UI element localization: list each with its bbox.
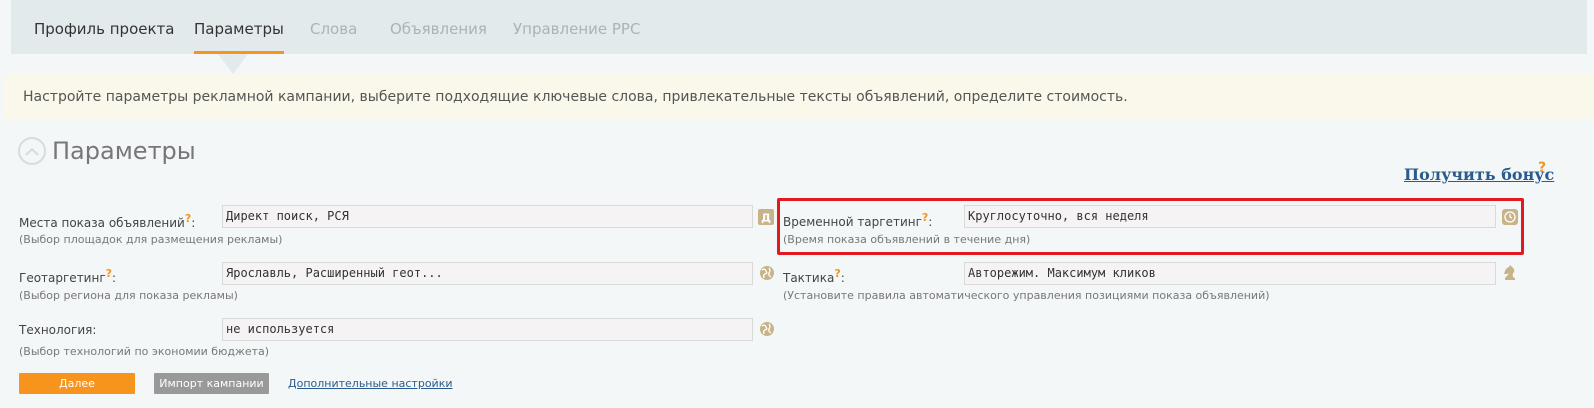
tab-words[interactable]: Слова (310, 0, 357, 54)
tab-label: Управление PPC (513, 20, 641, 38)
time-targeting-field[interactable]: Круглосуточно, вся неделя (964, 205, 1496, 228)
technology-hint: (Выбор технологий по экономии бюджета) (19, 345, 270, 358)
globe-icon[interactable] (759, 265, 775, 281)
clock-icon[interactable] (1502, 209, 1518, 225)
tab-label: Профиль проекта (34, 20, 175, 38)
tab-ads[interactable]: Объявления (390, 0, 487, 54)
time-targeting-hint: (Время показа объявлений в течение дня) (783, 233, 1031, 246)
additional-settings-link[interactable]: Дополнительные настройки (288, 377, 453, 390)
tactics-field[interactable]: Авторежим. Максимум кликов (964, 262, 1496, 285)
tab-label: Параметры (194, 20, 284, 38)
help-question-icon[interactable]: ? (1538, 160, 1546, 176)
direct-icon[interactable]: Д (758, 209, 774, 225)
ad-places-hint: (Выбор площадок для размещения рекламы) (19, 233, 283, 246)
geo-targeting-label: Геотаргетинг?: (19, 267, 117, 285)
svg-text:Д: Д (761, 212, 771, 225)
ad-places-label: Места показа объявлений?: (19, 212, 196, 230)
get-bonus-link[interactable]: Получить бонус ? (1404, 160, 1555, 184)
geo-targeting-field[interactable]: Ярославль, Расширенный геот... (222, 262, 753, 285)
tab-parameters[interactable]: Параметры (194, 0, 284, 54)
tab-label: Объявления (390, 20, 487, 38)
next-button[interactable]: Далее (19, 373, 135, 394)
technology-field[interactable]: не используется (222, 318, 753, 341)
tactics-label: Тактика?: (783, 267, 845, 285)
ad-places-field[interactable]: Директ поиск, РСЯ (222, 205, 753, 228)
section-header: Параметры (18, 137, 196, 165)
section-title: Параметры (52, 137, 196, 165)
tab-bar: Профиль проекта Параметры Слова Объявлен… (11, 0, 1587, 54)
chess-knight-icon[interactable] (1501, 264, 1519, 282)
technology-label: Технология: (19, 323, 97, 337)
time-targeting-label: Временной таргетинг?: (783, 211, 933, 229)
get-bonus-label: Получить бонус (1404, 165, 1555, 184)
notice-text: Настройте параметры рекламной кампании, … (23, 89, 1128, 105)
tactics-hint: (Установите правила автоматического упра… (783, 289, 1270, 302)
info-notice: Настройте параметры рекламной кампании, … (3, 74, 1594, 119)
import-campaign-button[interactable]: Импорт кампании (154, 373, 269, 394)
globe-icon[interactable] (759, 321, 775, 337)
active-tab-pointer (218, 54, 248, 74)
tab-label: Слова (310, 20, 358, 38)
collapse-chevron-up-icon[interactable] (18, 137, 46, 165)
tab-ppc-management[interactable]: Управление PPC (513, 0, 640, 54)
geo-targeting-hint: (Выбор региона для показа рекламы) (19, 289, 238, 302)
tab-project-profile[interactable]: Профиль проекта (34, 0, 174, 54)
